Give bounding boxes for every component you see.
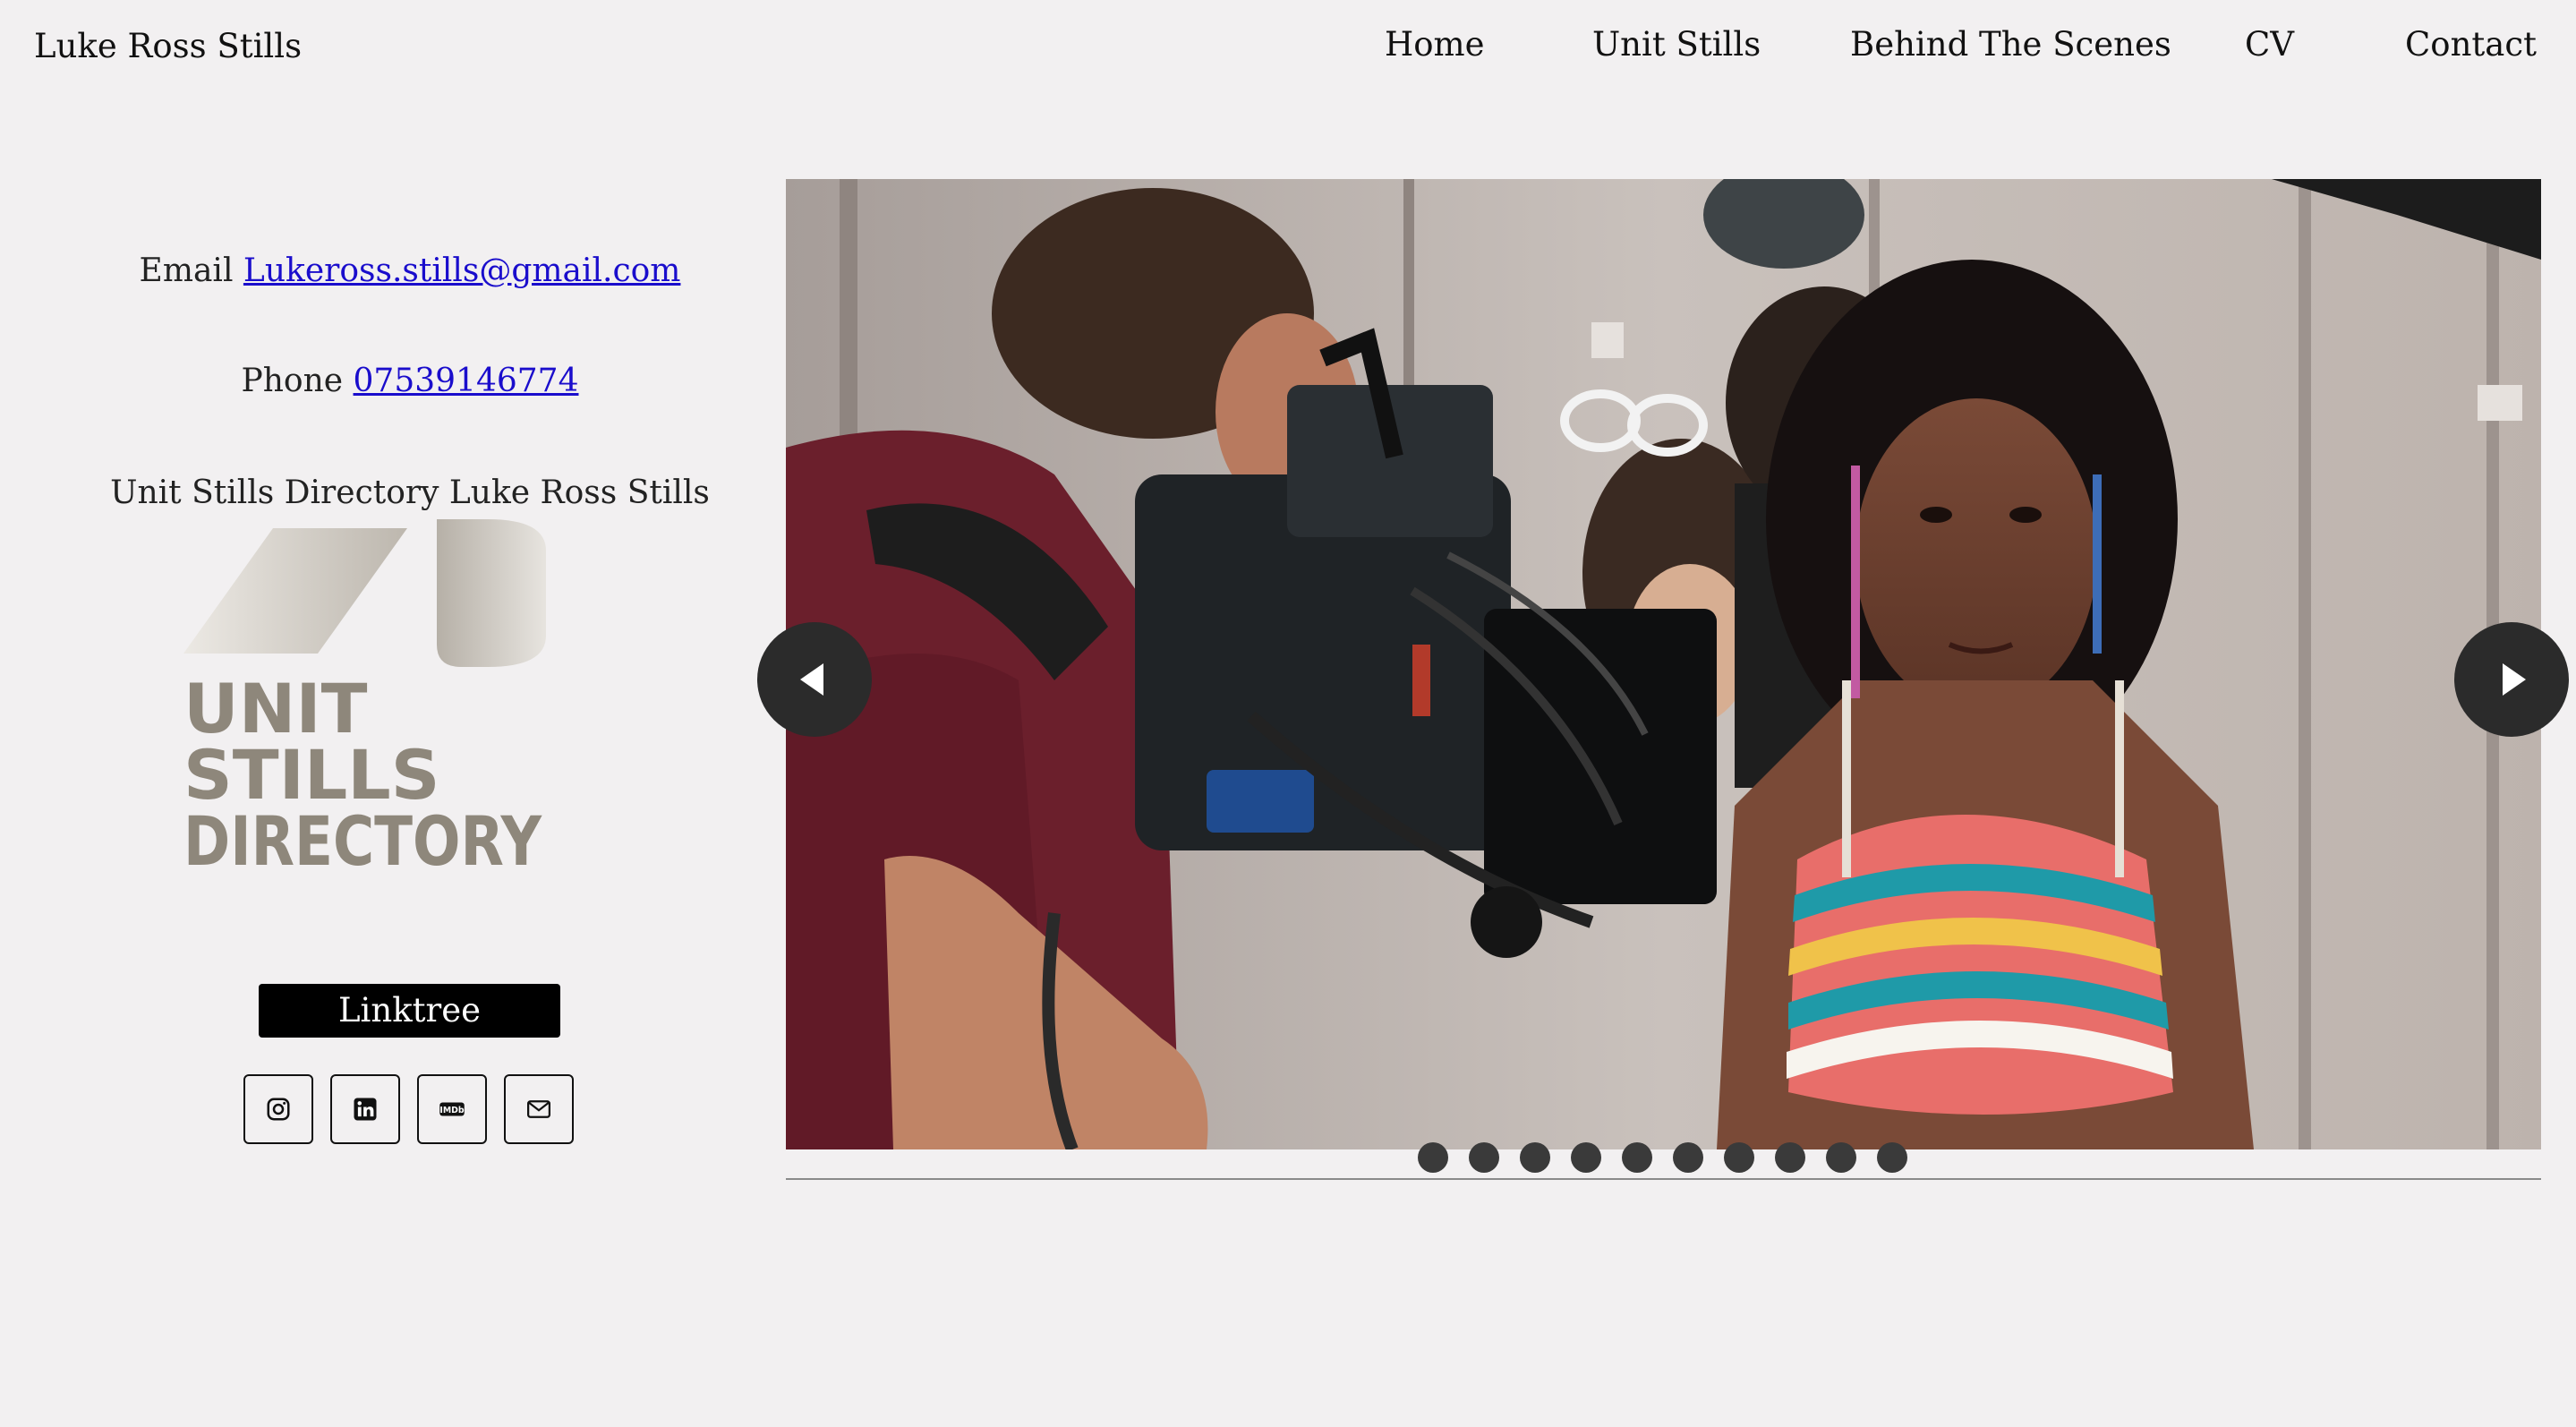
slide-dot-7[interactable] bbox=[1724, 1142, 1754, 1173]
slide-dot-5[interactable] bbox=[1622, 1142, 1652, 1173]
slide-photo bbox=[786, 179, 2541, 1149]
imdb-icon: IMDb bbox=[439, 1102, 465, 1116]
instagram-button[interactable] bbox=[243, 1074, 313, 1144]
email-button[interactable] bbox=[504, 1074, 574, 1144]
photo-slider[interactable] bbox=[786, 179, 2541, 1149]
unit-stills-directory-logo[interactable]: UNIT STILLS DIRECTORY bbox=[183, 510, 550, 877]
slide-dot-2[interactable] bbox=[1469, 1142, 1499, 1173]
divider bbox=[786, 1178, 2541, 1180]
phone-link[interactable]: 07539146774 bbox=[354, 363, 579, 399]
next-arrow-icon bbox=[2503, 663, 2526, 696]
linkedin-button[interactable] bbox=[330, 1074, 400, 1144]
nav-home[interactable]: Home bbox=[1385, 25, 1485, 64]
nav-cv[interactable]: CV bbox=[2245, 25, 2294, 64]
nav-unit-stills[interactable]: Unit Stills bbox=[1592, 25, 1761, 64]
phone-line: Phone 07539146774 bbox=[0, 363, 820, 399]
slide-dot-10[interactable] bbox=[1877, 1142, 1907, 1173]
logo-line-3: DIRECTORY bbox=[183, 801, 542, 877]
previous-slide-button[interactable] bbox=[757, 622, 872, 737]
slide-dot-1[interactable] bbox=[1418, 1142, 1448, 1173]
imdb-logo-text: IMDb bbox=[439, 1106, 465, 1115]
slide-dot-4[interactable] bbox=[1571, 1142, 1601, 1173]
previous-arrow-icon bbox=[800, 663, 823, 696]
mail-icon bbox=[527, 1100, 550, 1118]
email-line: Email Lukeross.stills@gmail.com bbox=[0, 252, 820, 289]
slide-dot-3[interactable] bbox=[1520, 1142, 1550, 1173]
linktree-button[interactable]: Linktree bbox=[259, 984, 560, 1038]
email-label: Email bbox=[139, 252, 234, 289]
nav-behind-the-scenes[interactable]: Behind The Scenes bbox=[1850, 25, 2171, 64]
contact-sidebar: Email Lukeross.stills@gmail.com Phone 07… bbox=[0, 0, 820, 1427]
imdb-button[interactable]: IMDb bbox=[417, 1074, 487, 1144]
linkedin-icon bbox=[354, 1098, 377, 1121]
slide-pagination bbox=[1418, 1142, 1907, 1173]
slide-dot-6[interactable] bbox=[1673, 1142, 1703, 1173]
phone-label: Phone bbox=[241, 363, 344, 399]
slide-dot-8[interactable] bbox=[1775, 1142, 1805, 1173]
nav-contact[interactable]: Contact bbox=[2405, 25, 2537, 64]
next-slide-button[interactable] bbox=[2454, 622, 2569, 737]
instagram-icon bbox=[267, 1098, 290, 1121]
email-link[interactable]: Lukeross.stills@gmail.com bbox=[243, 252, 681, 289]
directory-text: Unit Stills Directory Luke Ross Stills bbox=[110, 474, 710, 511]
slide-dot-9[interactable] bbox=[1826, 1142, 1856, 1173]
